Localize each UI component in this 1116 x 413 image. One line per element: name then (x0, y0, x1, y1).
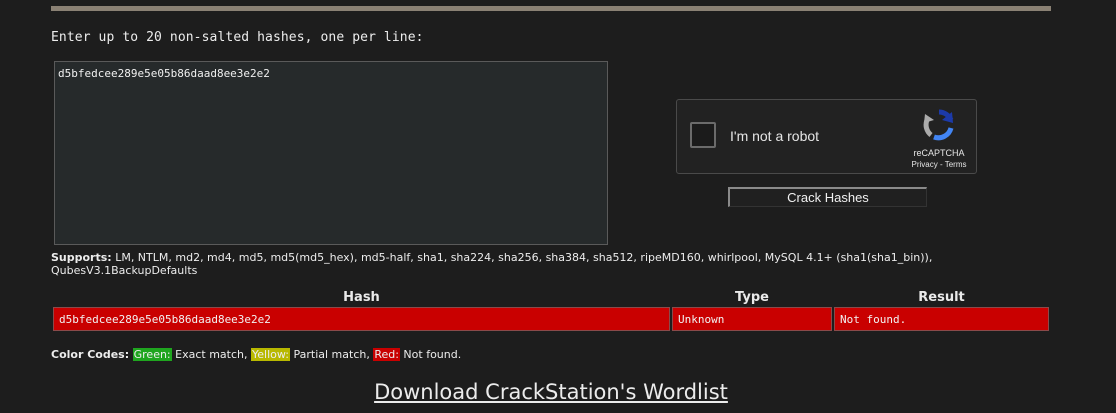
recaptcha-privacy-terms[interactable]: Privacy - Terms (909, 160, 969, 169)
supports-label: Supports: (51, 251, 112, 264)
top-divider (51, 6, 1051, 11)
recaptcha-icon (923, 109, 954, 141)
download-wordlist: Download CrackStation's Wordlist (0, 380, 1102, 404)
color-codes-legend: Color Codes: Green: Exact match, Yellow:… (51, 348, 461, 361)
supports-list: LM, NTLM, md2, md4, md5, md5(md5_hex), m… (51, 251, 933, 277)
results-header-row: Hash Type Result (53, 290, 1049, 305)
header-type: Type (735, 290, 769, 305)
results-table: Hash Type Result d5bfedcee289e5e05b86daa… (51, 288, 1051, 333)
row-hash: d5bfedcee289e5e05b86daad8ee3e2e2 (53, 307, 670, 331)
captcha-label: I'm not a robot (730, 128, 820, 144)
red-desc: Not found. (399, 348, 462, 361)
crack-hashes-button[interactable]: Crack Hashes (728, 187, 927, 207)
captcha-checkbox[interactable] (690, 122, 716, 148)
row-result: Not found. (834, 307, 1049, 331)
yellow-desc: Partial match, (289, 348, 374, 361)
header-result: Result (918, 290, 965, 305)
recaptcha-widget: I'm not a robot reCAPTCHA Privacy - Term… (676, 99, 977, 174)
green-swatch: Green: (132, 348, 172, 361)
recaptcha-brand: reCAPTCHA (913, 148, 965, 158)
color-codes-label: Color Codes: (51, 348, 130, 361)
yellow-swatch: Yellow: (251, 348, 290, 361)
instructions-text: Enter up to 20 non-salted hashes, one pe… (51, 30, 424, 45)
hash-input[interactable] (54, 61, 608, 245)
download-wordlist-link[interactable]: Download CrackStation's Wordlist (374, 380, 728, 404)
row-type: Unknown (672, 307, 832, 331)
green-desc: Exact match, (171, 348, 251, 361)
supported-algorithms: Supports: LM, NTLM, md2, md4, md5, md5(m… (51, 251, 991, 277)
table-row: d5bfedcee289e5e05b86daad8ee3e2e2 Unknown… (53, 307, 1049, 331)
header-hash: Hash (343, 290, 380, 305)
recaptcha-logo: reCAPTCHA Privacy - Terms (909, 108, 969, 169)
red-swatch: Red: (373, 348, 400, 361)
